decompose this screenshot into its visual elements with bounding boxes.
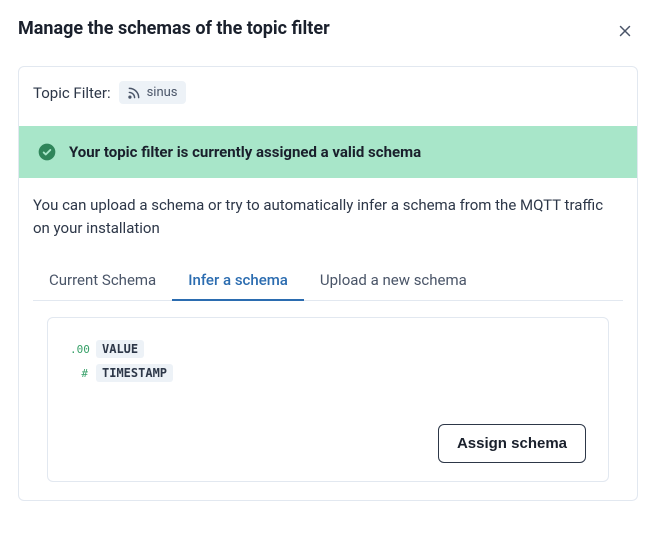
description-text: You can upload a schema or try to automa…	[19, 194, 637, 261]
field-item: .00 VALUE	[70, 340, 586, 358]
topic-filter-chip: sinus	[119, 81, 186, 104]
check-circle-icon	[37, 142, 57, 162]
modal-body: Topic Filter: sinus Your topic filter is…	[18, 66, 638, 501]
field-type-icon: .00	[70, 343, 88, 356]
assign-schema-button[interactable]: Assign schema	[438, 424, 586, 463]
tabs: Current Schema Infer a schema Upload a n…	[33, 261, 623, 301]
topic-filter-row: Topic Filter: sinus	[19, 81, 637, 118]
topic-filter-label: Topic Filter:	[33, 84, 111, 102]
modal-title: Manage the schemas of the topic filter	[18, 18, 330, 39]
topic-filter-value: sinus	[147, 85, 178, 100]
close-button[interactable]	[612, 18, 638, 44]
close-icon	[616, 22, 634, 40]
field-item: # TIMESTAMP	[70, 364, 586, 382]
tab-infer-schema[interactable]: Infer a schema	[172, 261, 304, 301]
panel-actions: Assign schema	[70, 424, 586, 463]
alert-message: Your topic filter is currently assigned …	[69, 143, 421, 161]
tab-current-schema[interactable]: Current Schema	[33, 261, 172, 301]
field-name: VALUE	[96, 340, 144, 358]
field-list: .00 VALUE # TIMESTAMP	[70, 340, 586, 382]
field-type-icon: #	[70, 367, 88, 380]
tab-upload-schema[interactable]: Upload a new schema	[304, 261, 483, 301]
alert-success: Your topic filter is currently assigned …	[19, 126, 637, 178]
field-name: TIMESTAMP	[96, 364, 173, 382]
rss-icon	[127, 86, 141, 100]
schema-panel: .00 VALUE # TIMESTAMP Assign schema	[47, 317, 609, 482]
